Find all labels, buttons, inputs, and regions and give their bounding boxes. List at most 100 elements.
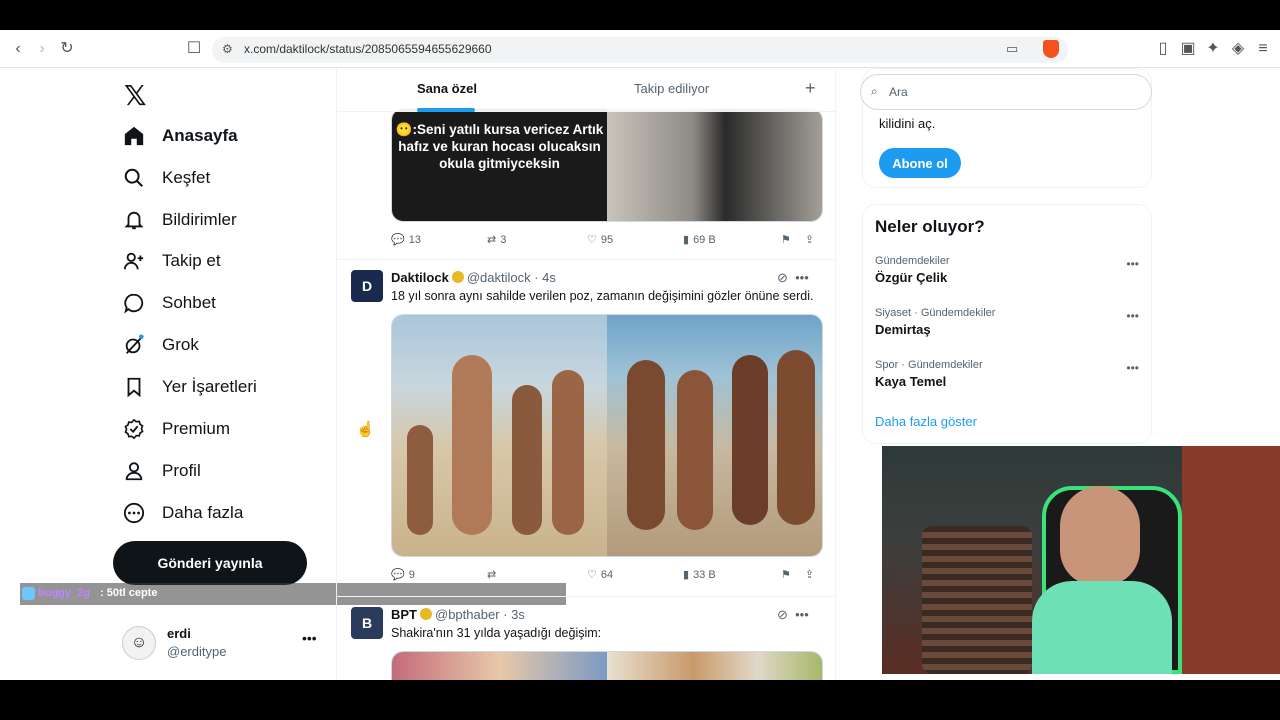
tweet-media[interactable] bbox=[391, 314, 823, 557]
home-icon bbox=[122, 124, 146, 148]
tweet-avatar[interactable]: B bbox=[351, 607, 383, 639]
profile-icon bbox=[122, 459, 146, 483]
subscribe-button[interactable]: Abone ol bbox=[879, 148, 961, 178]
nav-item-profile[interactable]: Profil bbox=[122, 453, 201, 489]
nav-item-bookmarks[interactable]: Yer İşaretleri bbox=[122, 369, 257, 405]
tab-following[interactable]: Takip ediliyor bbox=[634, 81, 709, 96]
trend-name: Özgür Çelik bbox=[875, 270, 948, 285]
tweet-media[interactable] bbox=[391, 651, 823, 680]
bookmark-icon bbox=[122, 375, 146, 399]
brave-shield-icon[interactable] bbox=[1043, 40, 1059, 58]
share-icon[interactable]: ⇪ bbox=[805, 568, 814, 581]
trend-more-icon[interactable]: ••• bbox=[1126, 257, 1139, 271]
divider bbox=[337, 259, 835, 260]
retweet-button[interactable]: ⇄ 3 bbox=[487, 233, 506, 247]
nav-item-more[interactable]: Daha fazla bbox=[122, 495, 243, 531]
tweet-time[interactable]: · 3s bbox=[503, 607, 525, 622]
timeline-tabs: Sana özel Takip ediliyor + bbox=[337, 68, 835, 112]
nav-label: Takip et bbox=[162, 251, 221, 270]
trend-item[interactable]: Gündemdekiler Özgür Çelik ••• bbox=[875, 255, 1145, 285]
nav-item-home[interactable]: Anasayfa bbox=[122, 118, 238, 154]
search-input[interactable]: ⌕ Ara bbox=[860, 74, 1152, 110]
avatar: ☺ bbox=[122, 626, 156, 660]
timeline[interactable]: Sana özel Takip ediliyor + 😶:Seni yatılı… bbox=[336, 68, 836, 680]
nav-item-notifications[interactable]: Bildirimler bbox=[122, 202, 237, 238]
views-button[interactable]: ▮ 33 B bbox=[683, 568, 716, 582]
tweet-author-name[interactable]: BPT bbox=[391, 607, 417, 622]
trend-name: Demirtaş bbox=[875, 322, 931, 337]
cast-icon[interactable]: ▭ bbox=[1006, 41, 1018, 57]
like-button[interactable]: ♡ 95 bbox=[587, 233, 613, 247]
trend-more-icon[interactable]: ••• bbox=[1126, 361, 1139, 375]
back-icon[interactable]: ‹ bbox=[8, 39, 28, 59]
url-text: x.com/daktilock/status/20850655946556296… bbox=[244, 42, 492, 56]
media-image bbox=[607, 109, 822, 221]
retweet-button[interactable]: ⇄ bbox=[487, 568, 500, 581]
tweet-author-handle[interactable]: @bpthaber bbox=[435, 607, 500, 622]
nav-item-premium[interactable]: Premium bbox=[122, 411, 230, 447]
site-settings-icon[interactable]: ⚙ bbox=[222, 42, 233, 56]
follow-icon bbox=[122, 249, 146, 273]
bookmark-page-icon[interactable]: ☐ bbox=[184, 39, 204, 59]
add-tab-icon[interactable]: + bbox=[805, 78, 816, 99]
more-icon bbox=[122, 501, 146, 525]
address-bar[interactable]: ⚙ x.com/daktilock/status/208506559465562… bbox=[212, 37, 1068, 63]
trend-item[interactable]: Spor · Gündemdekiler Kaya Temel ••• bbox=[875, 359, 1145, 389]
account-switcher[interactable]: ☺ erdi @erditype ••• bbox=[122, 624, 322, 664]
share-icon[interactable]: ⇪ bbox=[805, 233, 814, 246]
vpn-icon[interactable]: ◈ bbox=[1228, 39, 1248, 59]
tweet-media[interactable]: 😶:Seni yatılı kursa vericez Artık hafız … bbox=[391, 108, 823, 222]
account-name: erdi bbox=[167, 626, 191, 641]
bookmark-button[interactable]: ⚑ bbox=[781, 568, 791, 581]
media-image bbox=[607, 652, 822, 680]
x-logo-icon[interactable]: 𝕏 bbox=[124, 79, 147, 112]
nav-item-chat[interactable]: Sohbet bbox=[122, 285, 216, 321]
wallet-icon[interactable]: ▣ bbox=[1178, 39, 1198, 59]
show-more-link[interactable]: Daha fazla göster bbox=[875, 414, 977, 429]
post-button[interactable]: Gönderi yayınla bbox=[113, 541, 307, 585]
nav-label: Premium bbox=[162, 419, 231, 438]
views-icon: ▮ bbox=[683, 234, 690, 246]
trend-more-icon[interactable]: ••• bbox=[1126, 309, 1139, 323]
reply-button[interactable]: 💬 13 bbox=[391, 233, 421, 247]
grok-icon bbox=[122, 333, 146, 357]
reply-icon: 💬 bbox=[391, 234, 405, 246]
sidebar-icon[interactable]: ▯ bbox=[1153, 39, 1173, 59]
views-button[interactable]: ▮ 69 B bbox=[683, 233, 716, 247]
reload-icon[interactable]: ↻ bbox=[57, 39, 77, 59]
nav-label: Profil bbox=[162, 461, 201, 480]
mouse-cursor-icon: ☝ bbox=[356, 421, 375, 438]
tweet-more-icon[interactable]: ⊘ ••• bbox=[777, 607, 809, 623]
tweet-time[interactable]: · 4s bbox=[534, 270, 556, 285]
account-more-icon[interactable]: ••• bbox=[302, 630, 317, 646]
tweet-avatar[interactable]: D bbox=[351, 270, 383, 302]
trend-category: Siyaset · Gündemdekiler bbox=[875, 307, 996, 319]
media-image bbox=[392, 315, 607, 556]
tweet-text: 18 yıl sonra aynı sahilde verilen poz, z… bbox=[391, 289, 814, 303]
nav-label: Grok bbox=[162, 335, 199, 354]
media-caption: 😶:Seni yatılı kursa vericez Artık hafız … bbox=[392, 109, 607, 221]
streamer-shirt bbox=[1032, 581, 1172, 674]
trend-item[interactable]: Siyaset · Gündemdekiler Demirtaş ••• bbox=[875, 307, 1145, 337]
nav-label: Sohbet bbox=[162, 293, 216, 312]
nav-label: Anasayfa bbox=[162, 126, 238, 145]
tweet-more-icon[interactable]: ⊘ ••• bbox=[777, 270, 809, 286]
leo-ai-icon[interactable]: ✦ bbox=[1203, 39, 1223, 59]
forward-icon[interactable]: › bbox=[32, 39, 52, 59]
chat-icon bbox=[122, 291, 146, 315]
tab-for-you[interactable]: Sana özel bbox=[417, 81, 477, 96]
tweet-text: Shakira'nın 31 yılda yaşadığı değişim: bbox=[391, 626, 602, 640]
trends-title: Neler oluyor? bbox=[875, 217, 985, 236]
nav-item-grok[interactable]: Grok bbox=[122, 327, 199, 363]
like-button[interactable]: ♡ 64 bbox=[587, 568, 613, 582]
retweet-icon: ⇄ bbox=[487, 569, 497, 581]
tweet-author-name[interactable]: Daktilock bbox=[391, 270, 449, 285]
tweet-author-handle[interactable]: @daktilock bbox=[467, 270, 531, 285]
menu-icon[interactable]: ≡ bbox=[1253, 39, 1273, 59]
trend-category: Gündemdekiler bbox=[875, 255, 950, 267]
bookmark-button[interactable]: ⚑ bbox=[781, 233, 791, 246]
reply-button[interactable]: 💬 9 bbox=[391, 568, 415, 582]
premium-text: kilidini aç. bbox=[879, 116, 936, 131]
nav-item-follow[interactable]: Takip et bbox=[122, 243, 221, 279]
nav-item-explore[interactable]: Keşfet bbox=[122, 160, 210, 196]
